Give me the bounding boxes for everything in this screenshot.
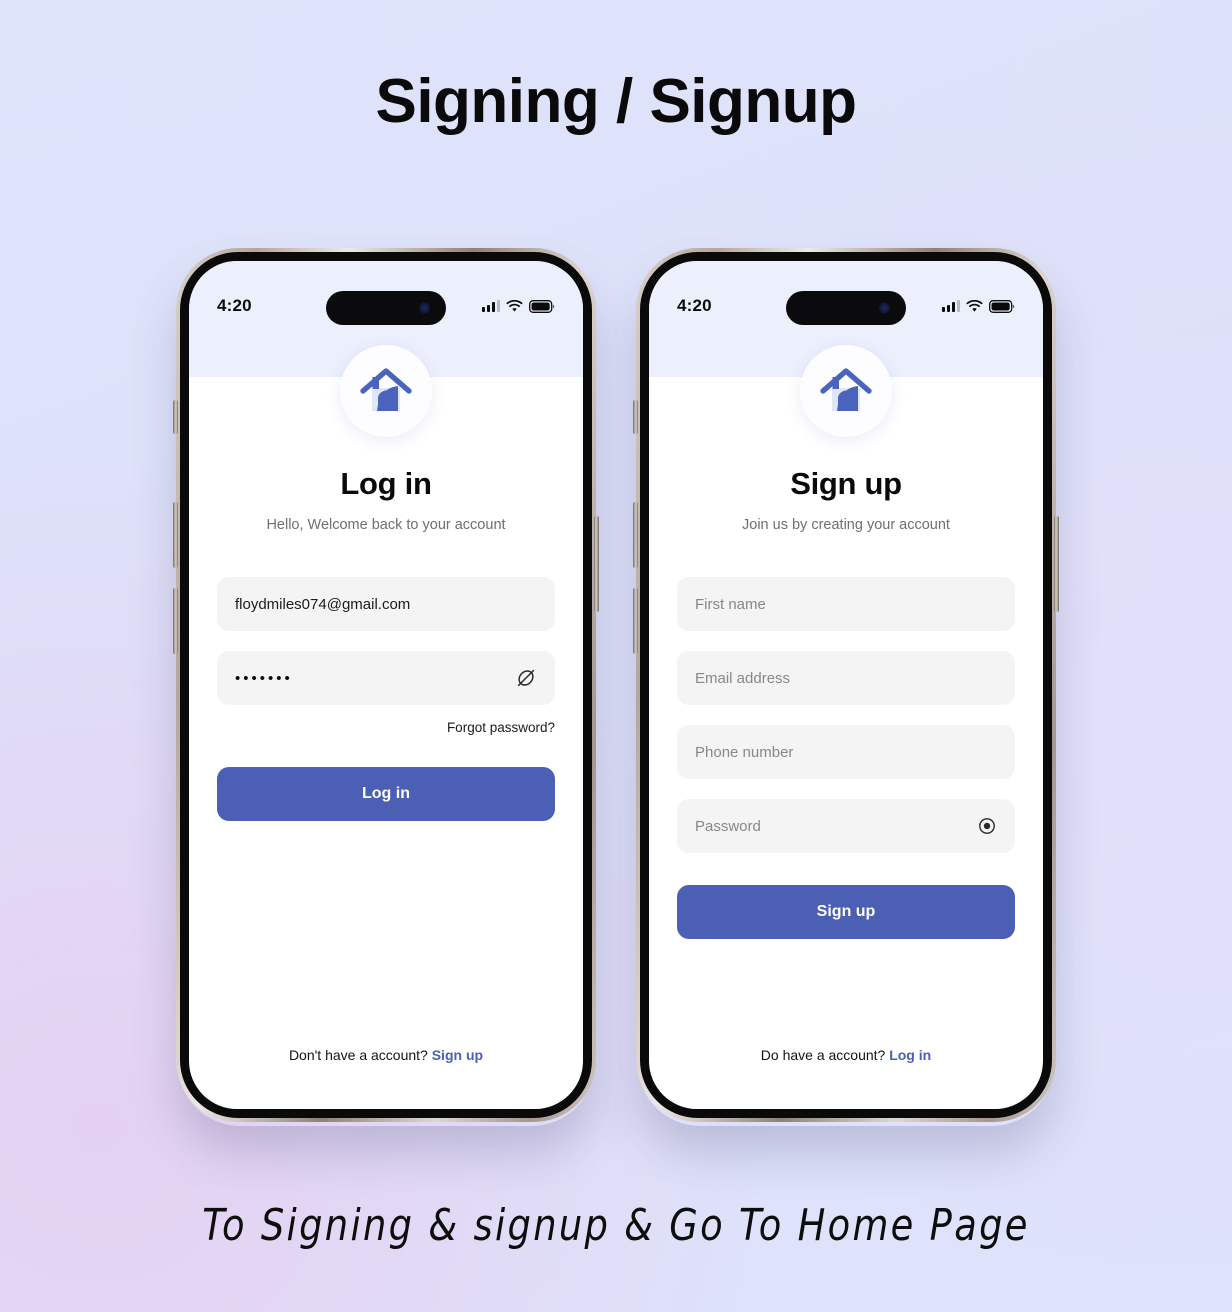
- volume-up-button[interactable]: [173, 502, 178, 568]
- login-prompt-text: Do have a account?: [760, 1047, 890, 1063]
- login-form: floydmiles074@gmail.com ••••••• Forgot p…: [217, 577, 555, 821]
- password-field[interactable]: Password: [677, 799, 1015, 853]
- screen-heading: Sign up: [790, 466, 902, 501]
- screen-subheading: Join us by creating your account: [742, 517, 950, 533]
- screen-subheading: Hello, Welcome back to your account: [266, 517, 506, 533]
- eye-off-icon[interactable]: [515, 667, 537, 689]
- cellular-signal-icon: [942, 300, 960, 312]
- eye-icon[interactable]: [977, 816, 997, 836]
- forgot-password-link[interactable]: Forgot password?: [217, 720, 555, 735]
- screen-signup: 4:20 Sign up Join us by creating your ac…: [649, 261, 1043, 1109]
- screen-login: 4:20 Log in Hello, Welcome back to your …: [189, 261, 583, 1109]
- login-button[interactable]: Log in: [217, 767, 555, 821]
- status-icon-group: [482, 299, 555, 313]
- house-logo-icon: [820, 368, 872, 411]
- mute-switch[interactable]: [633, 400, 638, 434]
- password-field[interactable]: •••••••: [217, 651, 555, 705]
- volume-up-button[interactable]: [633, 502, 638, 568]
- password-placeholder: Password: [695, 817, 761, 835]
- cellular-signal-icon: [482, 300, 500, 312]
- front-camera-icon: [419, 302, 430, 314]
- first-name-placeholder: First name: [695, 595, 766, 613]
- email-placeholder: Email address: [695, 669, 791, 687]
- dynamic-island: [786, 291, 906, 325]
- signup-prompt: Don't have a account? Sign up: [189, 1047, 583, 1063]
- app-logo-badge: [800, 345, 892, 437]
- mute-switch[interactable]: [173, 400, 178, 434]
- wifi-icon: [506, 299, 523, 312]
- volume-down-button[interactable]: [173, 588, 178, 654]
- phone-field[interactable]: Phone number: [677, 725, 1015, 779]
- status-icon-group: [942, 299, 1015, 313]
- phone-mockup-login: 4:20 Log in Hello, Welcome back to your …: [173, 248, 599, 1122]
- signup-link[interactable]: Sign up: [432, 1047, 483, 1063]
- house-logo-icon: [360, 368, 412, 411]
- status-time: 4:20: [677, 296, 712, 315]
- screen-heading: Log in: [340, 466, 432, 501]
- email-field-value: floydmiles074@gmail.com: [235, 595, 411, 613]
- login-prompt: Do have a account? Log in: [649, 1047, 1043, 1063]
- password-field-value: •••••••: [235, 669, 293, 687]
- signup-button[interactable]: Sign up: [677, 885, 1015, 939]
- status-time: 4:20: [217, 296, 252, 315]
- battery-icon: [529, 299, 555, 313]
- battery-icon: [989, 299, 1015, 313]
- page-title: Signing / Signup: [375, 67, 857, 136]
- email-field[interactable]: floydmiles074@gmail.com: [217, 577, 555, 631]
- dynamic-island: [326, 291, 446, 325]
- app-logo-badge: [340, 345, 432, 437]
- signup-prompt-text: Don't have a account?: [288, 1047, 432, 1063]
- power-button[interactable]: [1054, 516, 1059, 612]
- page-caption: To Signing & signup & Go To Home Page: [202, 1200, 1030, 1251]
- email-field[interactable]: Email address: [677, 651, 1015, 705]
- volume-down-button[interactable]: [633, 588, 638, 654]
- phone-placeholder: Phone number: [695, 743, 794, 761]
- wifi-icon: [966, 299, 983, 312]
- phone-mockup-signup: 4:20 Sign up Join us by creating your ac…: [633, 248, 1059, 1122]
- front-camera-icon: [879, 302, 890, 314]
- signup-form: First name Email address Phone number Pa…: [677, 577, 1015, 939]
- login-link[interactable]: Log in: [889, 1047, 931, 1063]
- power-button[interactable]: [594, 516, 599, 612]
- first-name-field[interactable]: First name: [677, 577, 1015, 631]
